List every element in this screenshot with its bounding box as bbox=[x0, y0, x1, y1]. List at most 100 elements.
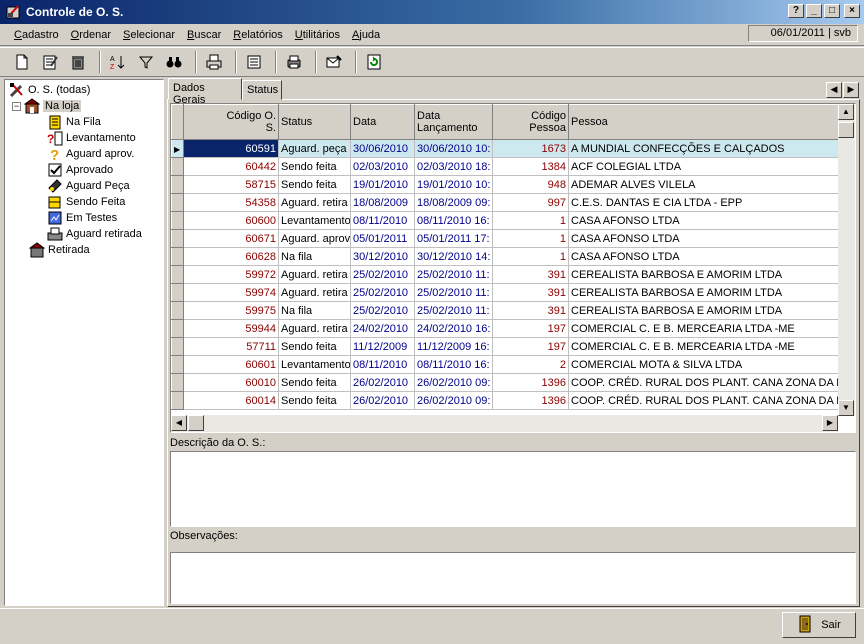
cell-pessoa[interactable]: A MUNDIAL CONFECÇÕES E CALÇADOS bbox=[568, 139, 839, 158]
table-row[interactable]: 54358 Aguard. retira 18/08/2009 18/08/2009 … bbox=[171, 193, 839, 212]
table-row[interactable]: 59944 Aguard. retira 24/02/2010 24/02/2010 … bbox=[171, 319, 839, 338]
tab-status[interactable]: Status bbox=[242, 80, 282, 100]
cell-codigo-pessoa[interactable]: 1 bbox=[492, 211, 569, 230]
row-indicator[interactable] bbox=[171, 247, 184, 266]
menu-ordenar[interactable]: Ordenar bbox=[65, 29, 117, 41]
table-row[interactable]: 58715 Sendo feita 19/01/2010 19/01/2010 10:… bbox=[171, 175, 839, 194]
tree-node-all[interactable]: O. S. (todas) bbox=[9, 82, 90, 98]
column-header-codigo-pessoa[interactable]: Código Pessoa bbox=[492, 104, 569, 140]
table-row[interactable]: 60600 Levantamento 08/11/2010 08/11/2010 16… bbox=[171, 211, 839, 230]
column-header-data[interactable]: Data bbox=[350, 104, 415, 140]
cell-status[interactable]: Aguard. aprov bbox=[278, 229, 351, 248]
cell-codigo-os[interactable]: 59974 bbox=[183, 283, 279, 302]
cell-status[interactable]: Aguard. retira bbox=[278, 283, 351, 302]
tree-node-aguard-retirada[interactable]: Aguard retirada bbox=[47, 226, 142, 242]
cell-codigo-pessoa[interactable]: 1396 bbox=[492, 391, 569, 410]
cell-codigo-os[interactable]: 60442 bbox=[183, 157, 279, 176]
cell-pessoa[interactable]: CEREALISTA BARBOSA E AMORIM LTDA bbox=[568, 301, 839, 320]
cell-data[interactable]: 25/02/2010 bbox=[350, 301, 415, 320]
cell-status[interactable]: Sendo feita bbox=[278, 337, 351, 356]
cell-codigo-pessoa[interactable]: 391 bbox=[492, 265, 569, 284]
email-icon[interactable] bbox=[322, 50, 346, 74]
cell-data-lancamento[interactable]: 08/11/2010 16: bbox=[414, 355, 493, 374]
cell-data[interactable]: 11/12/2009 bbox=[350, 337, 415, 356]
cell-codigo-pessoa[interactable]: 1396 bbox=[492, 373, 569, 392]
cell-data-lancamento[interactable]: 26/02/2010 09: bbox=[414, 391, 493, 410]
table-row[interactable]: 59972 Aguard. retira 25/02/2010 25/02/2010 … bbox=[171, 265, 839, 284]
cell-status[interactable]: Aguard. peça bbox=[278, 139, 351, 158]
cell-codigo-os[interactable]: 57711 bbox=[183, 337, 279, 356]
grid-horizontal-scrollbar[interactable]: ◀ ▶ bbox=[171, 415, 838, 432]
cell-pessoa[interactable]: COMERCIAL C. E B. MERCEARIA LTDA -ME bbox=[568, 337, 839, 356]
cell-pessoa[interactable]: CASA AFONSO LTDA bbox=[568, 229, 839, 248]
os-grid[interactable]: Código O. S. Status Data Data Lançamento… bbox=[170, 103, 856, 433]
cell-codigo-pessoa[interactable]: 2 bbox=[492, 355, 569, 374]
column-header-data-lancamento[interactable]: Data Lançamento bbox=[414, 104, 493, 140]
list-icon[interactable] bbox=[242, 50, 266, 74]
tree-node-na-fila[interactable]: Na Fila bbox=[47, 114, 101, 130]
tab-dados-gerais[interactable]: Dados Gerais bbox=[168, 78, 242, 106]
cell-data-lancamento[interactable]: 24/02/2010 16: bbox=[414, 319, 493, 338]
trash-icon[interactable] bbox=[66, 50, 90, 74]
menu-cadastro[interactable]: Cadastro bbox=[8, 29, 65, 41]
cell-status[interactable]: Sendo feita bbox=[278, 373, 351, 392]
observacoes-memo[interactable] bbox=[170, 552, 856, 604]
cell-codigo-pessoa[interactable]: 1 bbox=[492, 229, 569, 248]
table-row[interactable]: 57711 Sendo feita 11/12/2009 11/12/2009 16:… bbox=[171, 337, 839, 356]
cell-codigo-os[interactable]: 54358 bbox=[183, 193, 279, 212]
maximize-button[interactable]: □ bbox=[824, 4, 840, 18]
row-indicator[interactable]: ▶ bbox=[171, 139, 184, 158]
help-button[interactable]: ? bbox=[788, 4, 804, 18]
menu-utilitarios[interactable]: Utilitários bbox=[289, 29, 346, 41]
cell-data[interactable]: 26/02/2010 bbox=[350, 373, 415, 392]
cell-codigo-pessoa[interactable]: 1673 bbox=[492, 139, 569, 158]
cell-codigo-os[interactable]: 60014 bbox=[183, 391, 279, 410]
scroll-right-button[interactable]: ▶ bbox=[822, 415, 838, 431]
table-row[interactable]: 60010 Sendo feita 26/02/2010 26/02/2010 09:… bbox=[171, 373, 839, 392]
cell-data[interactable]: 19/01/2010 bbox=[350, 175, 415, 194]
table-row[interactable]: 60601 Levantamento 08/11/2010 08/11/2010 16… bbox=[171, 355, 839, 374]
cell-data[interactable]: 02/03/2010 bbox=[350, 157, 415, 176]
row-indicator[interactable] bbox=[171, 391, 184, 410]
cell-status[interactable]: Sendo feita bbox=[278, 391, 351, 410]
cell-data[interactable]: 08/11/2010 bbox=[350, 355, 415, 374]
grid-vertical-scrollbar[interactable]: ▲ ▼ bbox=[838, 104, 855, 416]
cell-codigo-pessoa[interactable]: 391 bbox=[492, 301, 569, 320]
menu-ajuda[interactable]: Ajuda bbox=[346, 29, 386, 41]
cell-pessoa[interactable]: COOP. CRÉD. RURAL DOS PLANT. CANA ZONA D… bbox=[568, 391, 839, 410]
table-row[interactable]: 59974 Aguard. retira 25/02/2010 25/02/2010 … bbox=[171, 283, 839, 302]
tree-node-sendo-feita[interactable]: Sendo Feita bbox=[47, 194, 125, 210]
close-button[interactable]: × bbox=[844, 4, 860, 18]
cell-codigo-pessoa[interactable]: 197 bbox=[492, 319, 569, 338]
row-indicator[interactable] bbox=[171, 337, 184, 356]
cell-pessoa[interactable]: ACF COLEGIAL LTDA bbox=[568, 157, 839, 176]
cell-pessoa[interactable]: ADEMAR ALVES VILELA bbox=[568, 175, 839, 194]
row-indicator[interactable] bbox=[171, 157, 184, 176]
minimize-button[interactable]: _ bbox=[806, 4, 822, 18]
sort-az-icon[interactable]: AZ bbox=[106, 50, 130, 74]
tree-node-em-testes[interactable]: Em Testes bbox=[47, 210, 117, 226]
cell-status[interactable]: Na fila bbox=[278, 301, 351, 320]
table-row[interactable]: 60628 Na fila 30/12/2010 30/12/2010 14: 1 CAS… bbox=[171, 247, 839, 266]
cell-data[interactable]: 26/02/2010 bbox=[350, 391, 415, 410]
cell-codigo-pessoa[interactable]: 1384 bbox=[492, 157, 569, 176]
new-doc-icon[interactable] bbox=[10, 50, 34, 74]
cell-codigo-os[interactable]: 60591 bbox=[183, 139, 279, 158]
cell-status[interactable]: Aguard. retira bbox=[278, 319, 351, 338]
cell-data[interactable]: 05/01/2011 bbox=[350, 229, 415, 248]
tree-node-na-loja[interactable]: − Na loja bbox=[12, 98, 82, 114]
cell-codigo-os[interactable]: 58715 bbox=[183, 175, 279, 194]
row-indicator[interactable] bbox=[171, 373, 184, 392]
cell-pessoa[interactable]: C.E.S. DANTAS E CIA LTDA - EPP bbox=[568, 193, 839, 212]
cell-pessoa[interactable]: CASA AFONSO LTDA bbox=[568, 211, 839, 230]
cell-codigo-os[interactable]: 60600 bbox=[183, 211, 279, 230]
cell-pessoa[interactable]: CEREALISTA BARBOSA E AMORIM LTDA bbox=[568, 283, 839, 302]
row-indicator[interactable] bbox=[171, 229, 184, 248]
cell-codigo-pessoa[interactable]: 197 bbox=[492, 337, 569, 356]
cell-data[interactable]: 25/02/2010 bbox=[350, 265, 415, 284]
cell-pessoa[interactable]: CEREALISTA BARBOSA E AMORIM LTDA bbox=[568, 265, 839, 284]
h-scroll-thumb[interactable] bbox=[188, 415, 204, 431]
cell-codigo-os[interactable]: 59975 bbox=[183, 301, 279, 320]
cell-codigo-pessoa[interactable]: 1 bbox=[492, 247, 569, 266]
column-header-codigo-os[interactable]: Código O. S. bbox=[183, 104, 279, 140]
